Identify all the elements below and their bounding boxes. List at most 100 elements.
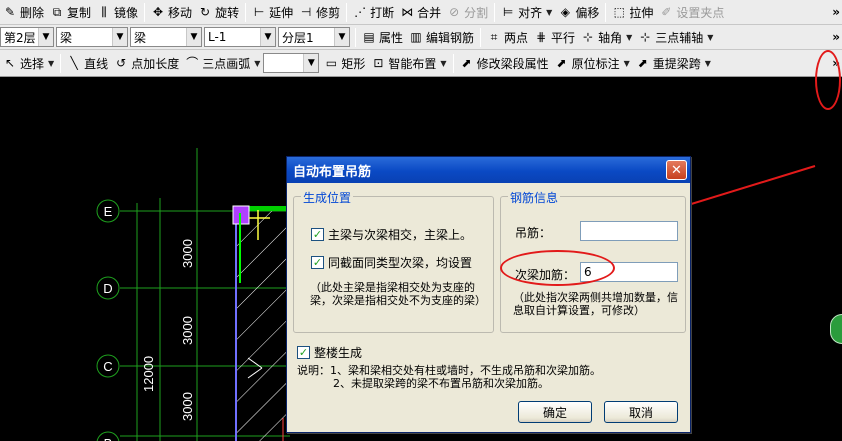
delete-button[interactable]: ✎ 删除 <box>0 2 47 23</box>
type-select[interactable]: 梁 ▼ <box>130 27 202 47</box>
in-situ-mark-button[interactable]: ⬈ 原位标注 ▼ <box>552 53 633 74</box>
category-select-value: 梁 <box>60 30 73 45</box>
parallel-button[interactable]: ⋕ 平行 <box>531 27 578 48</box>
arc-option-select[interactable]: ▼ <box>263 53 320 73</box>
hanger-input[interactable] <box>580 221 678 241</box>
property-label: 属性 <box>379 30 404 45</box>
property-button[interactable]: ▤ 属性 <box>359 27 406 48</box>
rotate-button[interactable]: ↻ 旋转 <box>195 2 242 23</box>
check-icon: ✓ <box>297 346 310 359</box>
smart-layout-label: 智能布置 <box>388 56 437 71</box>
close-button[interactable]: ✕ <box>666 160 687 180</box>
set-grip-label: 设置夹点 <box>676 5 725 20</box>
stretch-icon: ⬚ <box>613 5 626 19</box>
modify-beam-button[interactable]: ⬈ 修改梁段属性 <box>457 53 552 74</box>
svg-text:D: D <box>103 281 112 296</box>
edit-rebar-button[interactable]: ▥ 编辑钢筋 <box>406 27 477 48</box>
whole-floor-checkbox[interactable]: ✓ 整楼生成 <box>297 344 362 361</box>
merge-button[interactable]: ⋈ 合并 <box>397 2 444 23</box>
toolbar-separator <box>346 2 348 22</box>
chevron-down-icon: ▼ <box>260 28 275 46</box>
extend-label: 延伸 <box>269 5 294 20</box>
merge-icon: ⋈ <box>401 5 414 19</box>
set-grip-icon: ✐ <box>661 5 672 19</box>
rect-label: 矩形 <box>341 56 366 71</box>
delete-label: 删除 <box>20 5 45 20</box>
three-point-axis-label: 三点辅轴 <box>655 30 704 45</box>
align-label: 对齐 <box>518 5 543 20</box>
category-select[interactable]: 梁 ▼ <box>56 27 128 47</box>
select-label: 选择 <box>20 56 45 71</box>
break-icon: ⋰ <box>354 5 367 19</box>
toolbar-separator <box>60 53 62 73</box>
copy-button[interactable]: ⧉ 复制 <box>47 2 94 23</box>
axis-bubble-d: D <box>96 276 120 300</box>
align-button[interactable]: ⊨ 对齐 ▼ <box>498 2 555 23</box>
floor-select[interactable]: 第2层 ▼ <box>0 27 54 47</box>
move-button[interactable]: ✥ 移动 <box>148 2 195 23</box>
svg-text:C: C <box>103 359 112 374</box>
layer-select-value: 分层1 <box>282 30 314 45</box>
offset-icon: ◈ <box>560 5 570 19</box>
select-button[interactable]: ↖ 选择 ▼ <box>0 53 57 74</box>
axis-angle-button[interactable]: ⊹ 轴角 ▼ <box>578 27 635 48</box>
split-button[interactable]: ⊘ 分割 <box>444 2 491 23</box>
chevron-down-icon: ▼ <box>707 32 714 42</box>
toolbar-overflow-button[interactable]: » <box>832 5 840 19</box>
trim-label: 修剪 <box>316 5 341 20</box>
main-secondary-checkbox[interactable]: ✓ 主梁与次梁相交，主梁上。 <box>311 226 472 243</box>
trim-button[interactable]: ⊣ 修剪 <box>296 2 343 23</box>
mirror-button[interactable]: ⫼ 镜像 <box>94 2 141 23</box>
point-length-label: 点加长度 <box>131 56 180 71</box>
split-label: 分割 <box>464 5 489 20</box>
arc-button[interactable]: ⌒ 三点画弧 ▼ <box>182 53 263 74</box>
parallel-icon: ⋕ <box>536 30 547 44</box>
edit-toolbar: ✎ 删除 ⧉ 复制 ⫼ 镜像 ✥ 移动 ↻ 旋转 ⊢ 延伸 ⊣ 修剪 ⋰ 打断 ⋈ 合并 ⊘ 分割 ⊨ 对齐 ▼ ◈ 偏移 ⬚ 拉伸… <box>0 0 842 25</box>
toolbar-overflow-button[interactable]: » <box>832 30 840 44</box>
axis-bubble-c: C <box>96 354 120 378</box>
name-select[interactable]: L-1 ▼ <box>204 27 276 47</box>
extend-button[interactable]: ⊢ 延伸 <box>249 2 296 23</box>
whole-floor-label: 整楼生成 <box>314 346 363 360</box>
dialog-title-bar[interactable]: 自动布置吊筋 ✕ <box>287 157 690 183</box>
annotation-ellipse <box>500 250 615 286</box>
position-group-title: 生成位置 <box>301 189 354 206</box>
stretch-button[interactable]: ⬚ 拉伸 <box>609 2 656 23</box>
re-extract-span-icon: ⬈ <box>637 56 648 70</box>
auto-hanger-dialog: 自动布置吊筋 ✕ 生成位置 ✓ 主梁与次梁相交，主梁上。 ✓ 同截面同类型次梁，… <box>286 156 691 433</box>
copy-icon: ⧉ <box>52 5 62 19</box>
toolbar-separator <box>494 2 496 22</box>
chevron-down-icon: ▼ <box>186 28 201 46</box>
delete-icon: ✎ <box>4 5 16 19</box>
smart-layout-icon: ⊡ <box>373 56 384 70</box>
line-icon: ╲ <box>70 56 78 70</box>
extra-rebar-note: （此处指次梁两侧共增加数量，信息取自计算设置，可修改） <box>513 291 678 317</box>
line-button[interactable]: ╲ 直线 <box>64 53 111 74</box>
set-grip-button[interactable]: ✐ 设置夹点 <box>656 2 727 23</box>
rect-button[interactable]: ▭ 矩形 <box>321 53 368 74</box>
three-point-axis-icon: ⊹ <box>640 30 651 44</box>
offset-button[interactable]: ◈ 偏移 <box>555 2 602 23</box>
toolbar-separator <box>452 53 454 73</box>
stretch-label: 拉伸 <box>629 5 654 20</box>
ok-button[interactable]: 确定 <box>518 401 592 423</box>
property-icon: ▤ <box>363 30 375 44</box>
toolbar-separator <box>355 27 356 47</box>
three-point-axis-button[interactable]: ⊹ 三点辅轴 ▼ <box>635 27 716 48</box>
line-label: 直线 <box>84 56 109 71</box>
offset-label: 偏移 <box>575 5 600 20</box>
smart-layout-button[interactable]: ⊡ 智能布置 ▼ <box>368 53 449 74</box>
break-button[interactable]: ⋰ 打断 <box>350 2 397 23</box>
axis-bubble-b: B <box>96 431 120 441</box>
layer-select[interactable]: 分层1 ▼ <box>278 27 350 47</box>
main-secondary-label: 主梁与次梁相交，主梁上。 <box>328 228 473 242</box>
chevron-down-icon: ▼ <box>48 58 55 68</box>
cancel-button[interactable]: 取消 <box>604 401 678 423</box>
re-extract-span-button[interactable]: ⬈ 重提梁跨 ▼ <box>633 53 714 74</box>
two-point-button[interactable]: ⌗ 两点 <box>484 27 531 48</box>
side-panel-handle[interactable] <box>830 314 842 344</box>
point-length-button[interactable]: ↺ 点加长度 <box>111 53 182 74</box>
main-beam-note: （此处主梁是指梁相交处为支座的梁，次梁是指相交处不为支座的梁） <box>310 281 486 307</box>
desc-line-1: 说明：1、梁和梁相交处有柱或墙时，不生成吊筋和次梁加筋。 <box>297 364 601 377</box>
same-section-checkbox[interactable]: ✓ 同截面同类型次梁，均设置 <box>311 254 472 271</box>
